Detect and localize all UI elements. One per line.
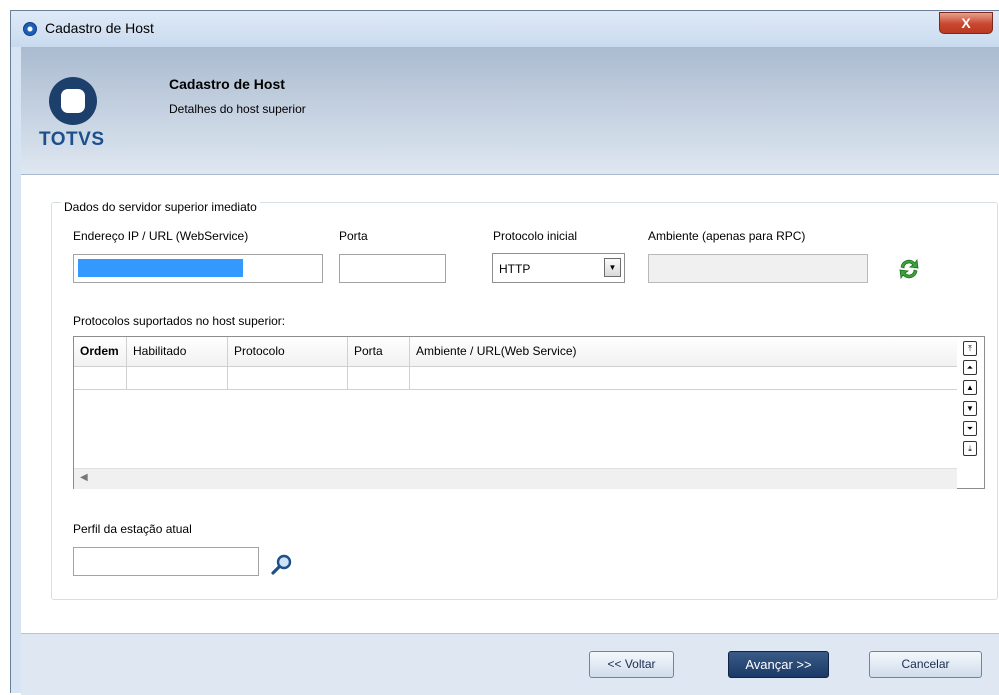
header-subtitle: Detalhes do host superior [169,102,306,116]
table-cell[interactable] [127,367,228,390]
protocols-label: Protocolos suportados no host superior: [73,314,286,328]
logo-mark-icon [49,77,97,125]
header-title: Cadastro de Host [169,76,285,92]
cancel-button[interactable]: Cancelar [869,651,982,678]
table-cell[interactable] [228,367,348,390]
chevron-down-icon[interactable]: ▼ [604,258,621,277]
column-protocol[interactable]: Protocolo [228,337,348,366]
environment-label: Ambiente (apenas para RPC) [648,229,806,243]
move-down-fast-icon[interactable]: ⏷ [963,421,977,436]
server-group-label: Dados do servidor superior imediato [61,200,260,214]
column-environment-url[interactable]: Ambiente / URL(Web Service) [410,337,957,366]
move-up-fast-icon[interactable]: ⏶ [963,360,977,375]
table-cell[interactable] [410,367,957,390]
protocol-selected-value: HTTP [499,262,531,276]
refresh-icon[interactable] [897,257,921,281]
port-input[interactable] [339,254,446,283]
title-bar[interactable]: Cadastro de Host X [11,11,999,47]
window-title: Cadastro de Host [45,20,154,36]
address-selected-text [78,259,243,277]
protocol-label: Protocolo inicial [493,229,578,243]
table-cell[interactable] [74,367,127,390]
address-label: Endereço IP / URL (WebService) [73,229,249,243]
profile-label: Perfil da estação atual [73,522,192,536]
dialog-header: TOTVS Cadastro de Host Detalhes do host … [21,47,999,175]
port-label: Porta [339,229,368,243]
dialog-window: Cadastro de Host X TOTVS Cadastro de Hos… [10,10,999,695]
move-top-icon[interactable]: ⤒ [963,341,977,356]
back-button[interactable]: << Voltar [589,651,674,678]
environment-input [648,254,868,283]
protocols-table[interactable]: Ordem Habilitado Protocolo Porta Ambient… [73,336,985,489]
address-input[interactable] [73,254,323,283]
column-order[interactable]: Ordem [74,337,127,366]
horizontal-scrollbar[interactable]: ◀ [74,468,957,489]
column-port[interactable]: Porta [348,337,410,366]
dialog-footer: << Voltar Avançar >> Cancelar [21,633,999,695]
protocol-select[interactable]: HTTP ▼ [492,253,625,283]
app-icon [23,22,37,36]
close-button[interactable]: X [939,12,993,34]
dialog-content: TOTVS Cadastro de Host Detalhes do host … [21,47,999,695]
search-icon[interactable] [270,553,294,577]
table-cell[interactable] [348,367,410,390]
column-enabled[interactable]: Habilitado [127,337,228,366]
move-down-icon[interactable]: ▼ [963,401,977,416]
totvs-logo: TOTVS [39,77,109,157]
move-up-icon[interactable]: ▲ [963,380,977,395]
profile-input[interactable] [73,547,259,576]
move-bottom-icon[interactable]: ⤓ [963,441,977,456]
next-button[interactable]: Avançar >> [728,651,829,678]
table-header: Ordem Habilitado Protocolo Porta Ambient… [74,337,957,367]
scroll-left-icon[interactable]: ◀ [80,472,88,483]
logo-text: TOTVS [39,129,105,150]
